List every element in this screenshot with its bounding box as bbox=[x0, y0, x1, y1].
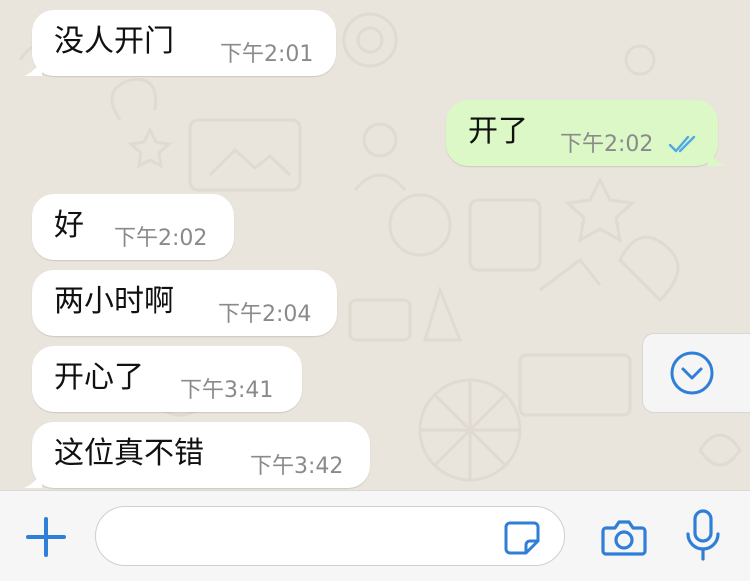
message-bubble-incoming[interactable]: 这位真不错 下午3:42 bbox=[24, 422, 370, 488]
message-text: 好 bbox=[54, 208, 84, 243]
composer-bar bbox=[0, 490, 750, 581]
message-input[interactable] bbox=[95, 506, 565, 566]
message-bubble-incoming[interactable]: 没人开门 下午2:01 bbox=[24, 10, 336, 76]
message-bubble-incoming[interactable]: 开心了 下午3:41 bbox=[32, 346, 302, 412]
bubble-tail bbox=[708, 150, 726, 166]
message-timestamp: 下午3:42 bbox=[250, 454, 344, 479]
message-bubble-incoming[interactable]: 两小时啊 下午2:04 bbox=[32, 270, 337, 336]
message-bubble-outgoing[interactable]: 开了 下午2:02 bbox=[446, 100, 726, 166]
message-text: 没人开门 bbox=[54, 24, 174, 59]
message-text: 两小时啊 bbox=[54, 284, 174, 319]
plus-icon bbox=[26, 517, 66, 557]
bubble-tail bbox=[24, 472, 42, 488]
message-timestamp: 下午2:02 bbox=[114, 226, 208, 251]
message-timestamp: 下午3:41 bbox=[180, 378, 274, 403]
sticker-icon bbox=[504, 521, 540, 555]
scroll-to-bottom-button[interactable] bbox=[642, 333, 750, 413]
camera-button[interactable] bbox=[596, 509, 652, 565]
voice-message-button[interactable] bbox=[675, 505, 731, 567]
message-text: 这位真不错 bbox=[54, 436, 204, 471]
microphone-icon bbox=[686, 509, 720, 561]
message-text: 开了 bbox=[468, 114, 528, 149]
message-timestamp: 下午2:04 bbox=[218, 302, 312, 327]
bubble-tail bbox=[24, 60, 42, 76]
sticker-button[interactable] bbox=[498, 513, 546, 561]
message-bubble-incoming[interactable]: 好 下午2:02 bbox=[32, 194, 234, 260]
message-timestamp: 下午2:02 bbox=[560, 132, 654, 157]
message-timestamp: 下午2:01 bbox=[220, 42, 314, 67]
chat-area[interactable]: 没人开门 下午2:01 开了 下午2:02 好 下午2:02 两小时啊 下午2:… bbox=[0, 0, 750, 490]
attach-button[interactable] bbox=[18, 509, 74, 565]
message-text: 开心了 bbox=[54, 360, 144, 395]
read-double-check-icon bbox=[668, 135, 696, 153]
camera-icon bbox=[601, 520, 647, 556]
chevron-down-circle-icon bbox=[670, 351, 713, 395]
